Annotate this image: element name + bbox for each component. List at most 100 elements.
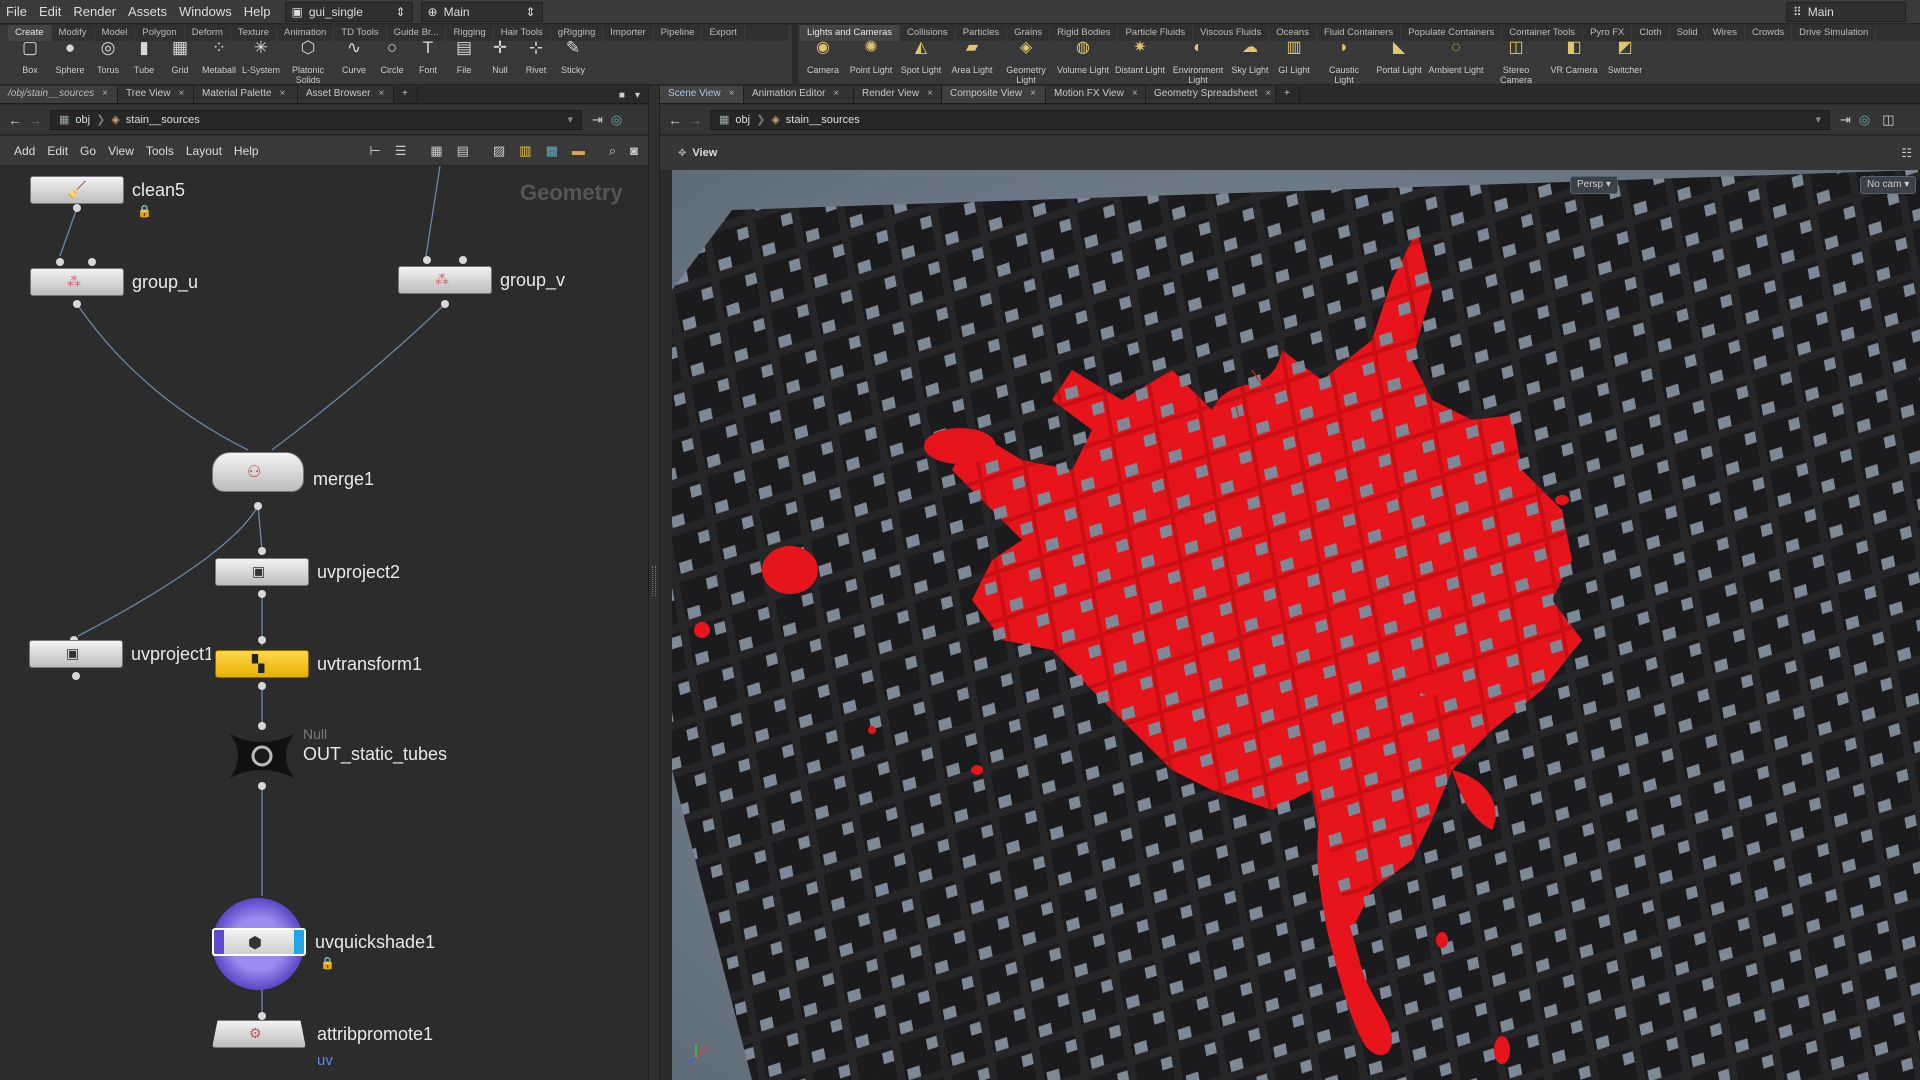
shelf-tool[interactable]: ∿ Curve — [334, 39, 374, 85]
pin-icon[interactable]: ⇥ — [1840, 112, 1851, 128]
forward-arrow-icon[interactable]: → — [688, 112, 702, 128]
back-arrow-icon[interactable]: ← — [668, 112, 682, 128]
close-icon[interactable]: × — [102, 88, 108, 103]
parameters-icon[interactable]: ▨ — [493, 143, 505, 159]
close-icon[interactable]: × — [378, 88, 384, 103]
shelf-tab[interactable]: Importer — [603, 25, 654, 41]
camera-menu[interactable]: No cam ▾ — [1860, 176, 1917, 194]
shelf-tool[interactable]: ⊹ Rivet — [518, 39, 554, 85]
grid-view-icon[interactable]: ▦ — [430, 143, 442, 159]
shelf-tab[interactable]: Particle Fluids — [1118, 25, 1194, 41]
menu-tools[interactable]: Tools — [140, 144, 180, 158]
shelf-tool[interactable]: ☁ Sky Light — [1228, 40, 1272, 85]
shelf-tool[interactable]: ✳ L-System — [240, 39, 282, 85]
shelf-tool[interactable]: ▰ Area Light — [946, 40, 998, 85]
close-icon[interactable]: × — [729, 88, 735, 103]
viewer-options-icon[interactable]: ☷ — [1901, 146, 1912, 160]
tab-network[interactable]: /obj/stain__sources × — [0, 86, 118, 103]
menu-windows[interactable]: Windows — [173, 4, 238, 19]
shelf-tab[interactable]: Pipeline — [654, 25, 703, 41]
shelf-tool[interactable]: ✷ Distant Light — [1112, 40, 1168, 85]
network-editor[interactable]: Geometry 🧹 clean5 🔒 ⁂ group_u ⁂ group_v … — [0, 166, 648, 1080]
snapshot-icon[interactable]: ◙ — [630, 143, 638, 159]
menu-add[interactable]: Add — [8, 144, 41, 158]
close-icon[interactable]: × — [1030, 88, 1036, 103]
context-select[interactable]: ⊕ Main ⇕ — [420, 1, 543, 22]
close-icon[interactable]: × — [178, 88, 184, 103]
shelf-tab[interactable]: Collisions — [900, 25, 956, 41]
node-clean5[interactable]: 🧹 — [30, 176, 124, 204]
shelf-tool[interactable]: ◫ Stereo Camera — [1486, 40, 1546, 86]
node-out-static-tubes[interactable] — [226, 728, 298, 784]
shelf-tab[interactable]: Crowds — [1745, 25, 1793, 41]
node-uvtransform1[interactable]: ▚ — [215, 650, 309, 678]
path-node[interactable]: stain__sources — [786, 114, 860, 126]
close-icon[interactable]: × — [1132, 88, 1138, 103]
shelf-tool[interactable]: ◈ Geometry Light — [998, 40, 1054, 86]
link-icon[interactable]: ◎ — [1859, 112, 1870, 128]
node-group-u[interactable]: ⁂ — [30, 268, 124, 296]
scene-viewport[interactable]: Persp ▾ No cam ▾ — [672, 170, 1920, 1080]
node-uvquickshade1[interactable]: ⬢ — [212, 928, 306, 956]
node-uvproject1[interactable]: ▣ — [29, 640, 123, 668]
shelf-tab[interactable]: Lights and Cameras — [800, 25, 901, 41]
add-tab-icon[interactable]: + — [1276, 86, 1300, 103]
add-tab-icon[interactable]: + — [394, 86, 418, 103]
tab-scene-view[interactable]: Scene View × — [660, 86, 744, 103]
shelf-tab[interactable]: Drive Simulation — [1792, 25, 1877, 41]
node-merge1[interactable]: ⚇ — [212, 452, 304, 492]
path-root[interactable]: obj — [735, 114, 750, 126]
shelf-tab[interactable]: Wires — [1706, 25, 1745, 41]
menu-help[interactable]: Help — [228, 144, 265, 158]
menu-file[interactable]: File — [0, 4, 33, 19]
chevron-down-icon[interactable]: ▾ — [567, 113, 573, 126]
node-attribpromote1[interactable]: ⚙ — [212, 1020, 306, 1048]
shelf-tool[interactable]: T Font — [410, 39, 446, 85]
shelf-tool[interactable]: ✎ Sticky — [554, 39, 592, 85]
network-box-icon[interactable]: ▬ — [572, 143, 585, 159]
desktop-select[interactable]: ▣ gui_single ⇕ — [284, 1, 413, 22]
persp-menu[interactable]: Persp ▾ — [1570, 176, 1618, 194]
tab-animation-editor[interactable]: Animation Editor × — [744, 86, 854, 103]
list-icon[interactable]: ☰ — [395, 143, 407, 159]
shelf-tab[interactable]: Export — [702, 25, 745, 41]
close-icon[interactable]: × — [279, 88, 285, 103]
shelf-tool[interactable]: ⬡ Platonic Solids — [282, 39, 334, 85]
path-node[interactable]: stain__sources — [126, 114, 200, 126]
image-icon[interactable]: ▩ — [546, 143, 558, 159]
path-field[interactable]: ▦ obj ❯ ◈ stain__sources ▾ — [710, 109, 1830, 130]
path-field[interactable]: ▦ obj ❯ ◈ stain__sources ▾ — [50, 109, 582, 130]
shelf-tool[interactable]: ○ Circle — [374, 39, 410, 85]
sticky-note-icon[interactable]: ▥ — [519, 143, 531, 159]
shelf-tool[interactable]: ◎ Torus — [90, 39, 126, 85]
tab-geometry-spreadsheet[interactable]: Geometry Spreadsheet × — [1146, 86, 1276, 103]
close-icon[interactable]: × — [1265, 88, 1271, 103]
menu-edit[interactable]: Edit — [41, 144, 74, 158]
shelf-tool[interactable]: ▮ Tube — [126, 39, 162, 85]
forward-arrow-icon[interactable]: → — [28, 112, 42, 128]
path-root[interactable]: obj — [75, 114, 90, 126]
chevron-down-icon[interactable]: ▾ — [1815, 113, 1821, 126]
tab-render-view[interactable]: Render View × — [854, 86, 942, 103]
shelf-tool[interactable]: ◌ Ambient Light — [1426, 40, 1486, 85]
pin-icon[interactable]: ⇥ — [592, 112, 603, 128]
shelf-tool[interactable]: ◩ Switcher — [1602, 40, 1648, 85]
tab-motion-fx-view[interactable]: Motion FX View × — [1046, 86, 1146, 103]
tree-layout-icon[interactable]: ⊢ — [369, 143, 380, 159]
maximize-icon[interactable]: ■ — [619, 90, 625, 101]
node-uvproject2[interactable]: ▣ — [215, 558, 309, 586]
menu-render[interactable]: Render — [67, 4, 122, 19]
pane-divider[interactable] — [648, 86, 660, 1080]
tab-composite-view[interactable]: Composite View × — [942, 86, 1046, 103]
link-icon[interactable]: ◎ — [611, 112, 622, 128]
shelf-tool[interactable]: ◐ Environment Light — [1168, 40, 1228, 86]
menu-view[interactable]: View — [102, 144, 140, 158]
shelf-tool[interactable]: ◧ VR Camera — [1546, 40, 1602, 85]
shelf-tab[interactable]: Fluid Containers — [1317, 25, 1402, 41]
shelf-tool[interactable]: ▦ Grid — [162, 39, 198, 85]
menu-help[interactable]: Help — [238, 4, 277, 19]
search-icon[interactable]: ⌕ — [609, 143, 616, 159]
shelf-tool[interactable]: ◣ Portal Light — [1372, 40, 1426, 85]
shelf-tool[interactable]: ▢ Box — [10, 39, 50, 85]
shelf-tool[interactable]: ◉ Camera — [800, 40, 846, 85]
